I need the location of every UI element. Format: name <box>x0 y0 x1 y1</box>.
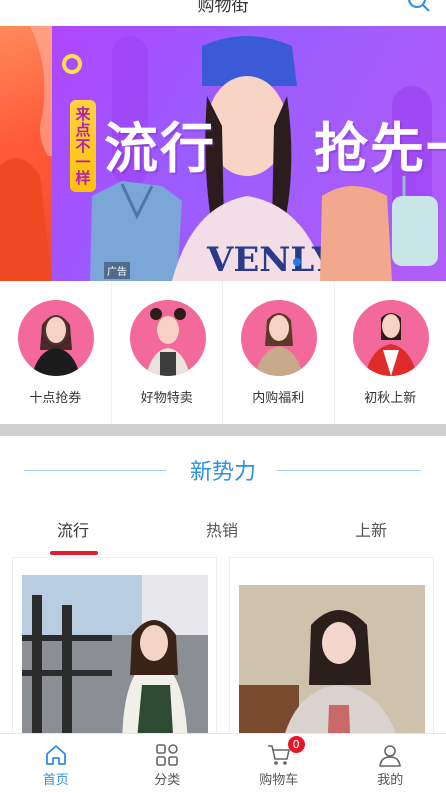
category-label: 十点抢券 <box>29 391 82 406</box>
category-label: 初秋上新 <box>364 391 417 406</box>
nav-profile[interactable]: 我的 <box>335 734 446 793</box>
cart-badge: 0 <box>287 736 305 753</box>
section-header: 新势力 <box>0 452 446 488</box>
category-grid: 十点抢券 好物特卖 内购福利 初秋上新 <box>0 281 446 424</box>
banner-carousel[interactable]: VENLY 来点不一样 流行 抢先一步 广告 <box>0 26 446 281</box>
nav-home[interactable]: 首页 <box>0 734 112 793</box>
nav-category[interactable]: 分类 <box>112 734 224 793</box>
page-title: 购物街 <box>197 0 249 16</box>
category-avatar <box>129 300 206 376</box>
product-card[interactable] <box>229 557 434 747</box>
section-divider <box>0 424 446 436</box>
user-icon <box>379 745 402 767</box>
banner-tag-text: 来点不一样 <box>73 106 92 186</box>
category-avatar <box>241 300 317 376</box>
page: 购物街 VENLY 来点不一样 流行 抢先 广告 十点抢券 好物特卖 内购福利 … <box>0 0 446 793</box>
search-icon[interactable] <box>406 0 432 14</box>
product-card[interactable] <box>12 557 217 747</box>
category-avatar <box>18 300 94 376</box>
banner-slide[interactable]: VENLY 来点不一样 流行 抢先一步 广告 <box>52 26 446 281</box>
banner-headline-left: 流行 <box>104 117 216 180</box>
banner-headline-right: 抢先一步 <box>314 117 446 180</box>
banner-tag: 来点不一样 <box>70 100 96 192</box>
tab-new[interactable]: 上新 <box>355 517 387 541</box>
svg-text:VENLY: VENLY <box>206 240 337 280</box>
nav-cart[interactable]: 0 购物车 <box>223 734 335 793</box>
carousel-indicator[interactable] <box>293 258 301 266</box>
category-avatar <box>352 300 429 376</box>
banner-prev-slide[interactable] <box>0 26 52 281</box>
category-item[interactable]: 内购福利 <box>223 281 335 424</box>
nav-label: 我的 <box>377 773 404 788</box>
nav-label: 分类 <box>154 773 181 788</box>
header: 购物街 <box>0 0 446 26</box>
home-icon <box>45 745 66 765</box>
category-item[interactable]: 好物特卖 <box>112 281 223 424</box>
product-image <box>22 575 208 746</box>
category-label: 内购福利 <box>252 391 305 406</box>
tab-popular[interactable]: 流行 <box>57 517 89 541</box>
category-item[interactable]: 初秋上新 <box>335 281 446 424</box>
bottom-nav: 首页 分类 0 购物车 我的 <box>0 733 446 793</box>
tab-hot[interactable]: 热销 <box>206 517 238 541</box>
tab-bar: 流行 热销 上新 <box>0 512 446 556</box>
nav-label: 购物车 <box>259 773 299 788</box>
nav-label: 首页 <box>42 773 69 788</box>
product-image <box>239 585 425 746</box>
tab-indicator <box>50 551 98 555</box>
ad-label: 广告 <box>104 262 130 279</box>
title-line-right <box>277 470 421 471</box>
banner-prev-image <box>0 26 52 281</box>
category-item[interactable]: 十点抢券 <box>0 281 112 424</box>
category-label: 好物特卖 <box>140 391 193 406</box>
grid-icon <box>156 744 179 766</box>
